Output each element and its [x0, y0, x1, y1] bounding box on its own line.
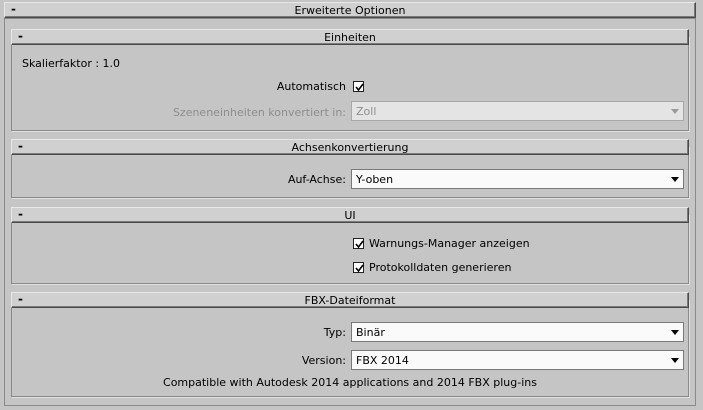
type-dropdown[interactable]: Binär: [351, 322, 684, 342]
advanced-options-panel: { "advanced": { "title": "Erweiterte Opt…: [0, 0, 703, 410]
up-axis-label: Auf-Achse:: [287, 173, 346, 186]
scale-factor-label: Skalierfaktor : 1.0: [22, 57, 121, 70]
log-data-checkbox[interactable]: [353, 262, 364, 273]
up-axis-dropdown[interactable]: Y-oben: [351, 169, 684, 189]
chevron-down-icon: [671, 330, 679, 335]
advanced-options-title: Erweiterte Optionen: [294, 4, 406, 17]
fbx-format-title: FBX-Dateiformat: [304, 294, 396, 307]
advanced-options-header[interactable]: - Erweiterte Optionen: [4, 2, 696, 18]
warnings-manager-checkbox[interactable]: [353, 238, 364, 249]
convert-units-value: Zoll: [356, 105, 377, 118]
axis-title: Achsenkonvertierung: [291, 141, 409, 154]
chevron-down-icon: [671, 358, 679, 363]
up-axis-value: Y-oben: [356, 173, 394, 186]
ui-group: [11, 214, 689, 284]
compatibility-note: Compatible with Autodesk 2014 applicatio…: [163, 376, 537, 389]
checkmark-icon: [355, 264, 364, 273]
automatic-label: Automatisch: [276, 80, 346, 93]
log-data-label[interactable]: Protokolldaten generieren: [369, 261, 511, 274]
automatic-checkbox[interactable]: [353, 81, 364, 92]
type-label: Typ:: [323, 326, 346, 339]
axis-header[interactable]: - Achsenkonvertierung: [11, 139, 689, 155]
version-dropdown[interactable]: FBX 2014: [351, 350, 684, 370]
fbx-format-header[interactable]: - FBX-Dateiformat: [11, 292, 689, 308]
convert-units-label: Szeneneinheiten konvertiert in:: [172, 106, 346, 119]
ui-title: UI: [344, 209, 356, 222]
chevron-down-icon: [671, 177, 679, 182]
version-value: FBX 2014: [356, 354, 409, 367]
chevron-down-icon: [671, 109, 679, 114]
units-title: Einheiten: [324, 31, 376, 44]
checkmark-icon: [355, 83, 364, 92]
warnings-manager-label[interactable]: Warnungs-Manager anzeigen: [369, 237, 530, 250]
convert-units-dropdown[interactable]: Zoll: [351, 101, 684, 121]
checkmark-icon: [355, 240, 364, 249]
units-header[interactable]: - Einheiten: [11, 29, 689, 45]
ui-header[interactable]: - UI: [11, 207, 689, 223]
type-value: Binär: [356, 326, 385, 339]
version-label: Version:: [301, 354, 346, 367]
